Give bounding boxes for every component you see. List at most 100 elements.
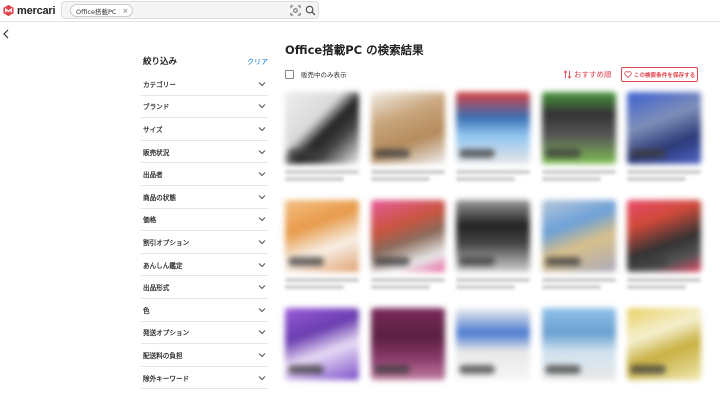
product-image: [285, 92, 359, 164]
filter-label: 販売状況: [143, 148, 170, 157]
save-search-button[interactable]: この検索条件を保存する: [621, 67, 698, 82]
product-caption: [627, 170, 701, 174]
filter-condition[interactable]: 商品の状態: [141, 186, 268, 209]
product-card[interactable]: [371, 200, 445, 289]
price-tag: [630, 365, 666, 374]
product-card[interactable]: [285, 92, 359, 181]
product-card[interactable]: [285, 200, 359, 289]
filter-price[interactable]: 価格: [141, 209, 268, 232]
product-card[interactable]: [285, 308, 359, 380]
chip-label: Office搭載PC: [76, 7, 117, 16]
product-caption: [456, 285, 516, 289]
price-tag: [545, 149, 581, 158]
close-icon[interactable]: ×: [122, 7, 128, 15]
filter-discount[interactable]: 割引オプション: [141, 231, 268, 254]
product-card[interactable]: [542, 200, 616, 289]
header: mercari Office搭載PC ×: [0, 0, 720, 22]
product-image: [285, 200, 359, 272]
mercari-logo-icon: [3, 4, 14, 17]
clear-filters-link[interactable]: クリア: [247, 57, 268, 67]
product-card[interactable]: [542, 308, 616, 380]
filter-shipping-fee[interactable]: 配送料の負担: [141, 344, 268, 367]
filter-label: 価格: [143, 216, 157, 225]
chevron-down-icon: [258, 81, 266, 87]
product-image: [542, 308, 616, 380]
chevron-down-icon: [258, 307, 266, 313]
back-arrow-icon[interactable]: [2, 29, 10, 39]
filter-shipping-option[interactable]: 発送オプション: [141, 322, 268, 345]
price-tag: [459, 149, 495, 158]
sort-icon: [563, 70, 572, 79]
filter-list: カテゴリー ブランド サイズ 販売状況 出品者 商品の状態 価格 割引オプション…: [141, 73, 268, 390]
filter-size[interactable]: サイズ: [141, 118, 268, 141]
save-search-label: この検索条件を保存する: [633, 72, 696, 79]
product-image: [285, 308, 359, 380]
product-caption: [285, 285, 345, 289]
heart-icon: [624, 71, 632, 78]
filter-label: 配送料の負担: [143, 351, 183, 360]
price-tag: [374, 149, 410, 158]
chevron-down-icon: [258, 127, 266, 132]
filter-label: サイズ: [143, 125, 163, 134]
product-image: [627, 92, 701, 164]
product-image: [627, 308, 701, 380]
price-tag: [459, 365, 495, 374]
filter-category[interactable]: カテゴリー: [141, 73, 268, 96]
filter-authentication[interactable]: あんしん鑑定: [141, 254, 268, 277]
filter-label: ブランド: [143, 103, 170, 112]
on-sale-checkbox[interactable]: [285, 69, 294, 79]
page-title: Office搭載PC の検索結果: [285, 43, 424, 57]
on-sale-label: 販売中のみ表示: [301, 71, 347, 79]
sort-label: おすすめ順: [574, 70, 612, 79]
filter-color[interactable]: 色: [141, 299, 268, 322]
chevron-down-icon: [258, 262, 266, 267]
price-tag: [630, 149, 666, 158]
filter-exclude-keyword[interactable]: 除外キーワード: [141, 367, 268, 390]
product-card[interactable]: [627, 92, 701, 181]
price-tag: [459, 257, 495, 266]
product-caption: [627, 285, 687, 289]
price-tag: [288, 149, 324, 158]
filter-heading: 絞り込み: [143, 57, 178, 67]
product-caption: [285, 278, 359, 282]
filter-label: 発送オプション: [143, 329, 190, 338]
on-sale-filter[interactable]: 販売中のみ表示: [285, 69, 347, 79]
filter-listing-type[interactable]: 出品形式: [141, 276, 268, 299]
filter-label: 割引オプション: [143, 238, 190, 247]
sort-dropdown[interactable]: おすすめ順: [563, 69, 612, 80]
price-tag: [288, 365, 324, 374]
product-card[interactable]: [542, 92, 616, 181]
chevron-down-icon: [258, 375, 266, 380]
chevron-down-icon: [258, 330, 266, 335]
chevron-down-icon: [258, 285, 266, 290]
product-card[interactable]: [371, 308, 445, 380]
chevron-down-icon: [258, 149, 266, 154]
search-keyword-chip[interactable]: Office搭載PC ×: [70, 4, 134, 17]
product-card[interactable]: [371, 92, 445, 181]
mercari-logo[interactable]: mercari: [2, 3, 56, 18]
price-tag: [630, 257, 666, 266]
chevron-down-icon: [258, 217, 266, 222]
product-caption: [371, 177, 431, 181]
product-card[interactable]: [627, 200, 701, 289]
product-card[interactable]: [627, 308, 701, 380]
product-image: [542, 92, 616, 164]
product-card[interactable]: [456, 200, 530, 289]
filter-brand[interactable]: ブランド: [141, 96, 268, 119]
product-caption: [371, 278, 445, 282]
search-input[interactable]: Office搭載PC ×: [61, 1, 319, 19]
chevron-down-icon: [258, 240, 266, 245]
search-icon[interactable]: [305, 5, 316, 16]
filter-sales-status[interactable]: 販売状況: [141, 141, 268, 164]
product-card[interactable]: [456, 308, 530, 380]
filter-seller[interactable]: 出品者: [141, 163, 268, 186]
filter-label: 除外キーワード: [143, 374, 190, 383]
filter-label: 出品形式: [143, 284, 170, 293]
product-image: [456, 308, 530, 380]
filter-label: 色: [143, 306, 150, 315]
image-search-icon[interactable]: [290, 5, 301, 16]
product-card[interactable]: [456, 92, 530, 181]
product-image: [627, 200, 701, 272]
product-caption: [456, 278, 530, 282]
filter-label: 商品の状態: [143, 193, 176, 202]
